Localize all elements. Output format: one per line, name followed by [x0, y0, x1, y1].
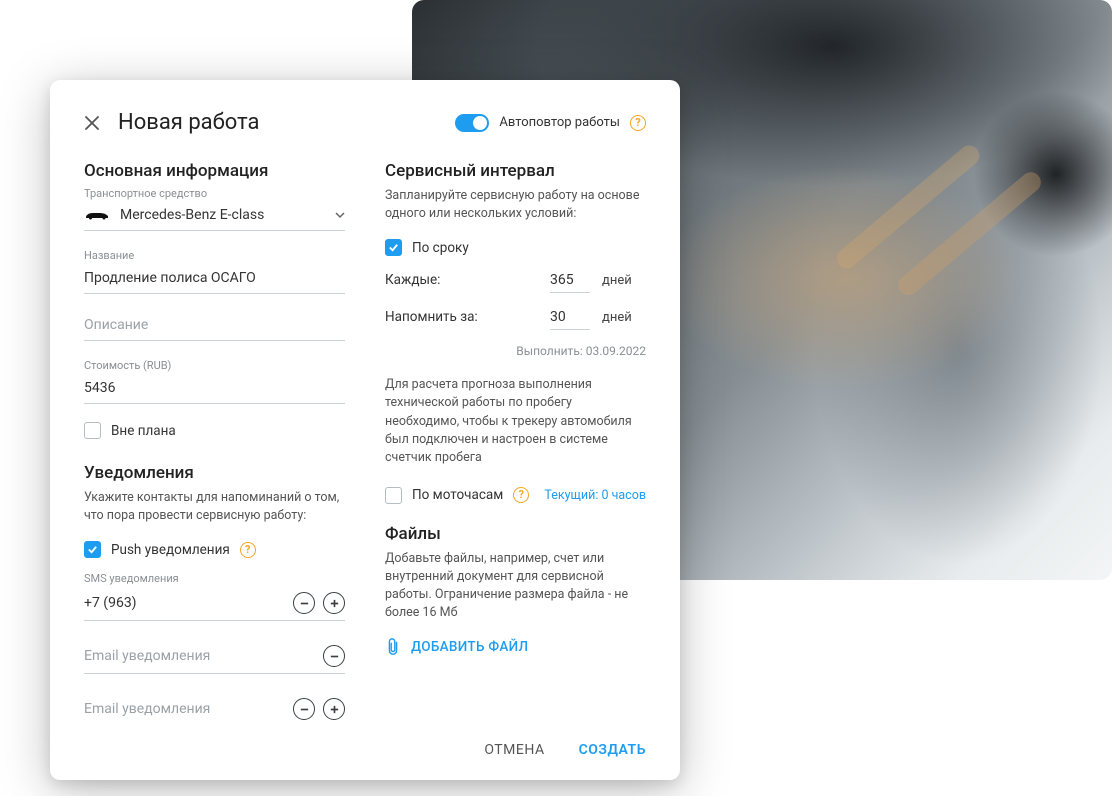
name-label: Название: [84, 249, 345, 262]
new-job-modal: Новая работа Автоповтор работы ? Основна…: [50, 80, 680, 780]
out-of-plan-row[interactable]: Вне плана: [84, 422, 345, 439]
add-button[interactable]: [323, 698, 345, 720]
name-input[interactable]: [84, 265, 345, 294]
out-of-plan-checkbox[interactable]: [84, 422, 101, 439]
auto-repeat-toggle[interactable]: [455, 114, 489, 132]
close-icon[interactable]: [84, 115, 100, 131]
vehicle-select[interactable]: Mercedes-Benz E-class: [84, 203, 345, 231]
left-column: Основная информация Транспортное средств…: [84, 161, 345, 724]
modal-title: Новая работа: [118, 110, 455, 135]
remind-input[interactable]: [550, 307, 590, 330]
remove-button[interactable]: [293, 698, 315, 720]
email-row-2: Email уведомления: [84, 694, 345, 724]
cost-label: Стоимость (RUB): [84, 359, 345, 372]
auto-repeat-label: Автоповтор работы: [499, 115, 620, 130]
minus-icon: [299, 598, 310, 609]
every-unit: дней: [602, 273, 642, 288]
out-of-plan-label: Вне плана: [111, 423, 176, 439]
right-column: Сервисный интервал Запланируйте сервисну…: [385, 161, 646, 724]
push-checkbox[interactable]: [84, 541, 101, 558]
cancel-button[interactable]: ОТМЕНА: [484, 742, 544, 758]
name-field: Название: [84, 249, 345, 294]
every-input[interactable]: [550, 270, 590, 293]
car-icon: [84, 209, 110, 221]
interval-desc: Запланируйте сервисную работу на основе …: [385, 187, 646, 223]
create-button[interactable]: СОЗДАТЬ: [579, 742, 646, 758]
files-desc: Добавьте файлы, например, счет или внутр…: [385, 550, 646, 623]
email-row-1: Email уведомления: [84, 641, 345, 674]
vehicle-value: Mercedes-Benz E-class: [120, 207, 325, 223]
minus-icon: [329, 651, 340, 662]
every-row: Каждые: дней: [385, 270, 646, 293]
help-icon[interactable]: ?: [240, 542, 256, 558]
modal-header: Новая работа Автоповтор работы ?: [84, 110, 646, 135]
files-heading: Файлы: [385, 524, 646, 544]
every-label: Каждые:: [385, 272, 505, 288]
vehicle-label: Транспортное средство: [84, 187, 345, 200]
remind-label: Напомнить за:: [385, 309, 505, 325]
description-field: [84, 312, 345, 341]
modal-footer: ОТМЕНА СОЗДАТЬ: [84, 724, 646, 758]
help-icon[interactable]: ?: [513, 487, 529, 503]
current-hours-link[interactable]: Текущий: 0 часов: [544, 488, 646, 503]
add-file-label: ДОБАВИТЬ ФАЙЛ: [411, 639, 528, 655]
vehicle-field: Транспортное средство Mercedes-Benz E-cl…: [84, 187, 345, 231]
sms-label: SMS уведомления: [84, 572, 345, 585]
basic-info-heading: Основная информация: [84, 161, 345, 181]
add-file-button[interactable]: ДОБАВИТЬ ФАЙЛ: [385, 638, 646, 656]
email-placeholder[interactable]: Email уведомления: [84, 648, 315, 664]
plus-icon: [329, 704, 340, 715]
add-button[interactable]: [323, 592, 345, 614]
interval-heading: Сервисный интервал: [385, 161, 646, 181]
by-hours-checkbox[interactable]: [385, 487, 402, 504]
mileage-note: Для расчета прогноза выполнения техничес…: [385, 376, 646, 467]
notifications-desc: Укажите контакты для напоминаний о том, …: [84, 489, 345, 525]
by-hours-label: По моточасам: [412, 487, 503, 503]
remove-button[interactable]: [323, 645, 345, 667]
sms-value[interactable]: +7 (963): [84, 595, 285, 611]
remind-unit: дней: [602, 310, 642, 325]
cost-field: Стоимость (RUB): [84, 359, 345, 404]
execute-date: Выполнить: 03.09.2022: [385, 344, 646, 358]
plus-icon: [329, 598, 340, 609]
minus-icon: [299, 704, 310, 715]
remove-button[interactable]: [293, 592, 315, 614]
help-icon[interactable]: ?: [630, 115, 646, 131]
by-time-label: По сроку: [412, 240, 469, 256]
email-placeholder[interactable]: Email уведомления: [84, 701, 285, 717]
by-time-checkbox[interactable]: [385, 239, 402, 256]
cost-input[interactable]: [84, 375, 345, 404]
chevron-down-icon: [335, 210, 345, 220]
description-input[interactable]: [84, 312, 345, 341]
notifications-heading: Уведомления: [84, 463, 345, 483]
remind-row: Напомнить за: дней: [385, 307, 646, 330]
by-time-row[interactable]: По сроку: [385, 239, 646, 256]
paperclip-icon: [385, 638, 401, 656]
push-row[interactable]: Push уведомления ?: [84, 541, 345, 558]
by-hours-row: По моточасам ? Текущий: 0 часов: [385, 487, 646, 504]
sms-row: +7 (963): [84, 588, 345, 621]
push-label: Push уведомления: [111, 542, 230, 558]
